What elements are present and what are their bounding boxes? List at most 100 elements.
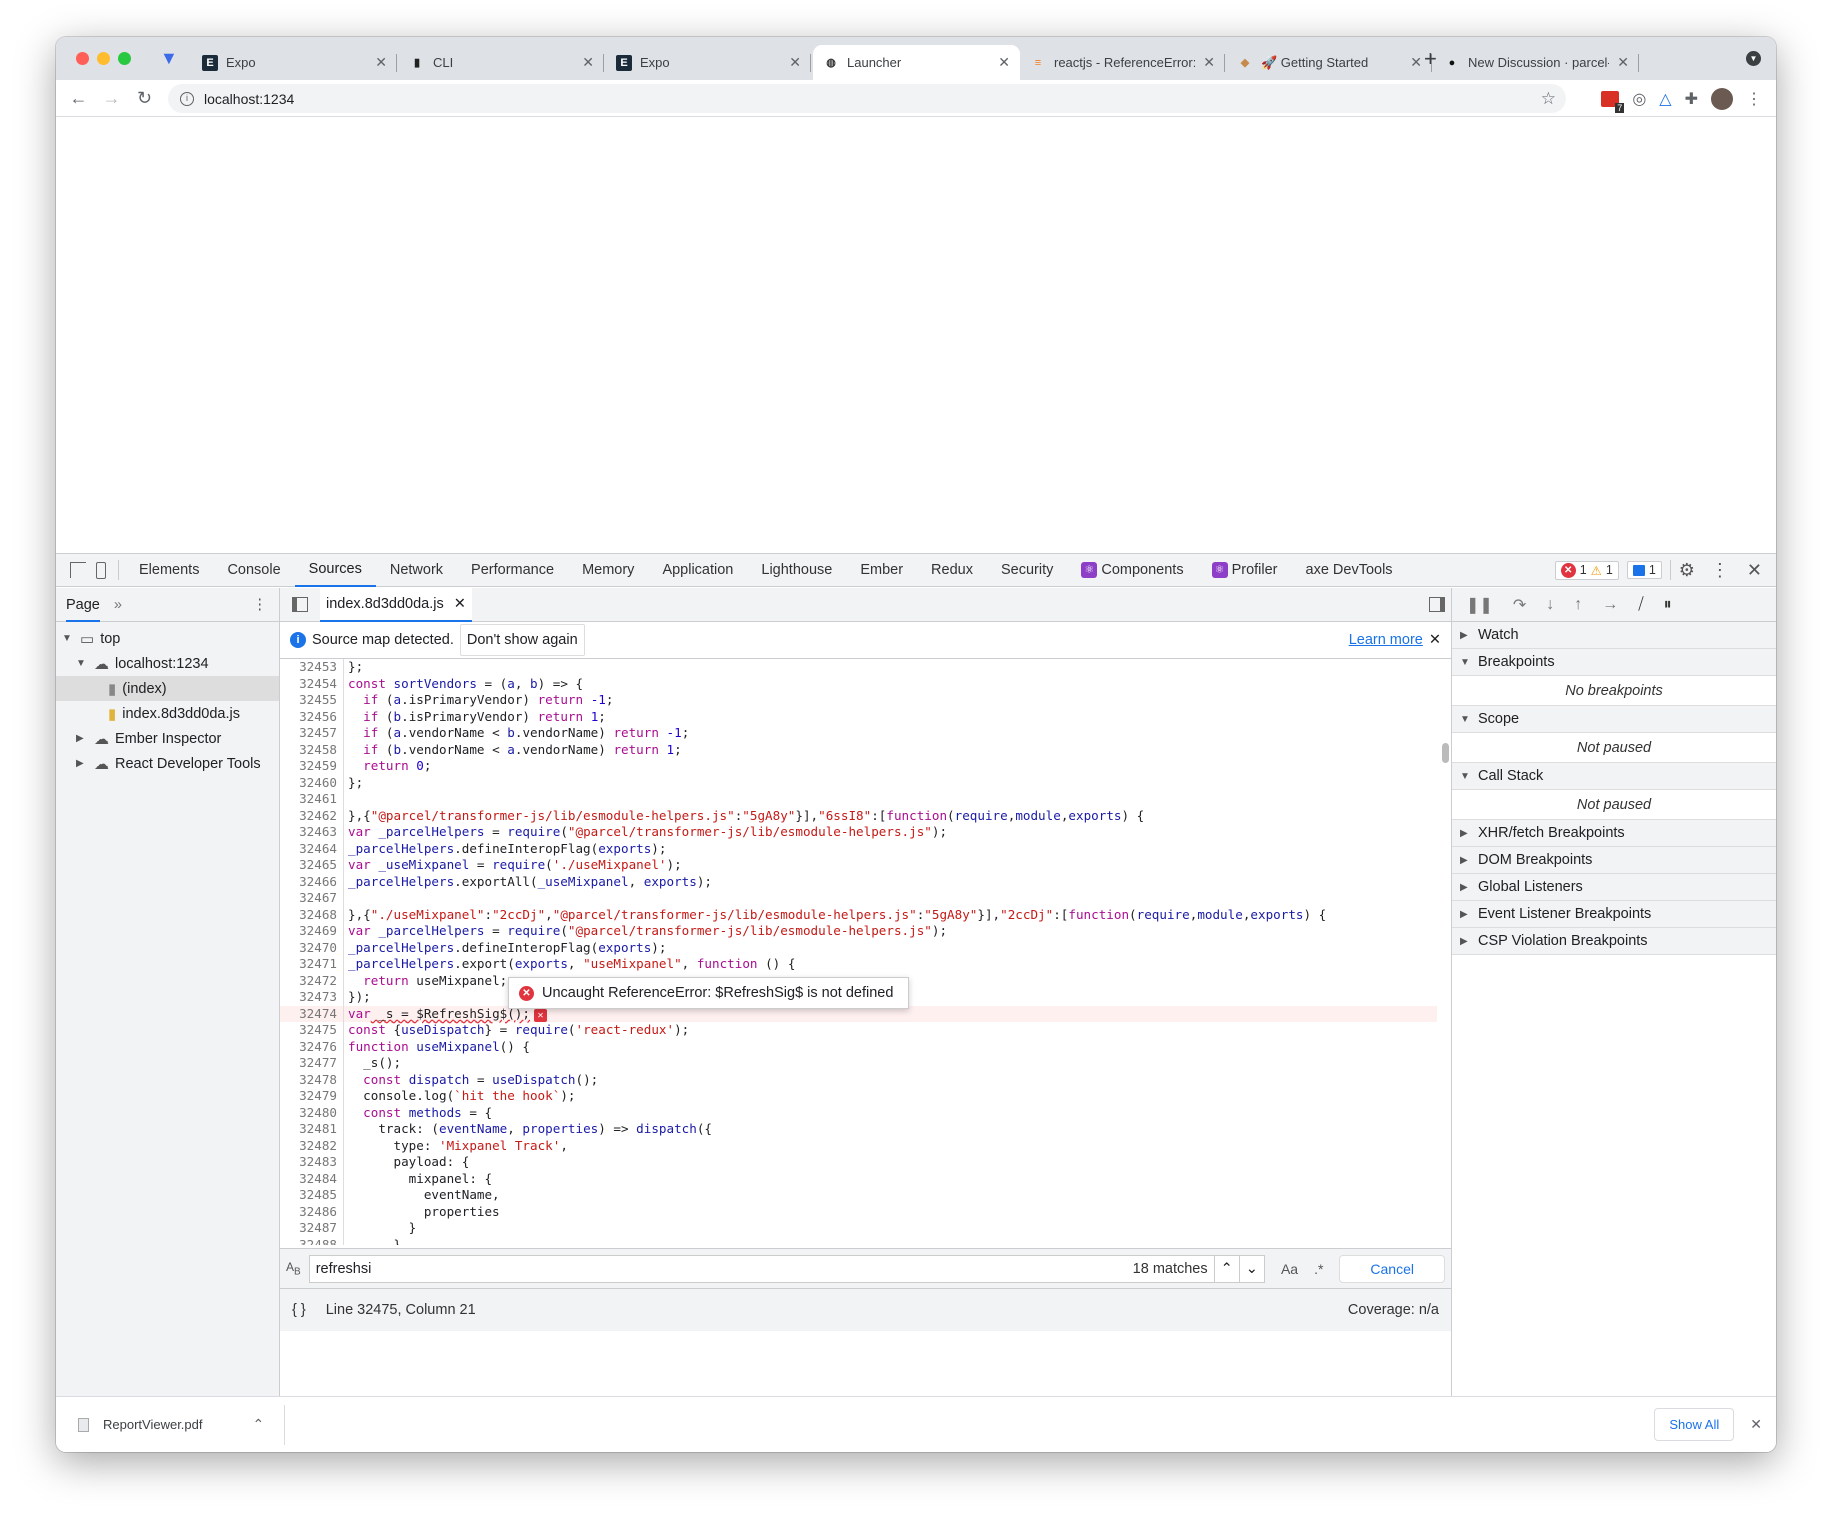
line-number[interactable]: 32460	[280, 774, 344, 791]
zoom-window-button[interactable]	[118, 52, 131, 65]
browser-menu-icon[interactable]: ⋮	[1746, 89, 1762, 109]
browser-tab[interactable]: ≡ reactjs - ReferenceError: $RefreshSig$ ✕	[1020, 45, 1225, 80]
panel-tab-sources[interactable]: Sources	[294, 554, 376, 587]
previous-match-button[interactable]: ⌃	[1213, 1255, 1239, 1282]
line-number[interactable]: 32468	[280, 906, 344, 923]
pause-icon[interactable]: ❚❚	[1466, 595, 1493, 615]
panel-tab-lighthouse[interactable]: Lighthouse	[747, 554, 846, 587]
collapsed-triangle-icon[interactable]: ▶	[76, 758, 88, 769]
panel-tab-security[interactable]: Security	[987, 554, 1067, 587]
panel-tab-redux[interactable]: Redux	[917, 554, 987, 587]
line-number[interactable]: 32456	[280, 708, 344, 725]
issues-counter[interactable]: ✕ 1 ⚠ 1	[1554, 560, 1619, 580]
panel-tab-memory[interactable]: Memory	[568, 554, 648, 587]
show-all-downloads-button[interactable]: Show All	[1654, 1408, 1735, 1441]
devtools-menu-icon[interactable]: ⋮	[1711, 560, 1729, 581]
line-number[interactable]: 32484	[280, 1170, 344, 1187]
section-xhr-fetch-breakpoints[interactable]: ▶ XHR/fetch Breakpoints	[1452, 820, 1776, 847]
browser-tab[interactable]: ▮ CLI ✕	[399, 45, 604, 80]
panel-tab-ember[interactable]: Ember	[846, 554, 917, 587]
panel-tab-performance[interactable]: Performance	[457, 554, 568, 587]
tab-search-icon[interactable]: ▼	[1746, 51, 1761, 66]
more-tabs-button[interactable]: »	[114, 597, 122, 613]
line-number[interactable]: 32485	[280, 1187, 344, 1204]
toggle-debugger-icon[interactable]	[1429, 597, 1445, 612]
section-event-listener-breakpoints[interactable]: ▶ Event Listener Breakpoints	[1452, 901, 1776, 928]
line-number[interactable]: 32455	[280, 692, 344, 709]
line-number[interactable]: 32481	[280, 1121, 344, 1138]
profile-avatar[interactable]	[1711, 88, 1733, 110]
line-number[interactable]: 32458	[280, 741, 344, 758]
tree-item[interactable]: ▼ ☁ localhost:1234	[56, 651, 279, 676]
collapsed-triangle-icon[interactable]: ▶	[76, 733, 88, 744]
line-number[interactable]: 32454	[280, 675, 344, 692]
reload-button[interactable]: ↻	[128, 88, 161, 109]
extension-icon[interactable]: 7	[1601, 91, 1625, 113]
line-number[interactable]: 32463	[280, 824, 344, 841]
expanded-triangle-icon[interactable]: ▼	[62, 633, 74, 644]
expanded-triangle-icon[interactable]: ▼	[76, 658, 88, 669]
step-icon[interactable]: →	[1602, 596, 1618, 614]
tree-item[interactable]: ▼ ▭ top	[56, 626, 279, 651]
line-number[interactable]: 32471	[280, 956, 344, 973]
close-tab-icon[interactable]: ✕	[1617, 54, 1629, 71]
editor-scrollbar[interactable]	[1442, 743, 1449, 763]
section-csp-violation-breakpoints[interactable]: ▶ CSP Violation Breakpoints	[1452, 928, 1776, 955]
address-bar[interactable]: i localhost:1234 ☆	[168, 84, 1566, 113]
download-options-chevron-icon[interactable]: ⌃	[253, 1416, 265, 1433]
tree-item[interactable]: ▶ ☁ Ember Inspector	[56, 726, 279, 751]
tree-item[interactable]: ▮ index.8d3dd0da.js	[56, 701, 279, 726]
line-number[interactable]: 32453	[280, 659, 344, 676]
panel-tab-elements[interactable]: Elements	[125, 554, 213, 587]
panel-tab-application[interactable]: Application	[648, 554, 747, 587]
browser-tab[interactable]: ◆ 🚀 Getting Started ✕	[1227, 45, 1432, 80]
download-item[interactable]: ReportViewer.pdf	[103, 1417, 203, 1432]
dont-show-again-button[interactable]: Don't show again	[459, 624, 585, 656]
close-tab-icon[interactable]: ✕	[998, 54, 1010, 71]
minimize-window-button[interactable]	[97, 52, 110, 65]
close-tab-icon[interactable]: ✕	[1410, 54, 1422, 71]
new-tab-button[interactable]: +	[1424, 46, 1437, 72]
line-number[interactable]: 32466	[280, 873, 344, 890]
line-number[interactable]: 32479	[280, 1088, 344, 1105]
learn-more-link[interactable]: Learn more	[1349, 632, 1423, 648]
bookmark-star-icon[interactable]: ☆	[1541, 89, 1556, 109]
error-marker-icon[interactable]: ✕	[533, 1009, 547, 1023]
next-match-button[interactable]: ⌄	[1238, 1255, 1264, 1282]
browser-tab[interactable]: ◍ Launcher ✕	[813, 45, 1020, 80]
line-number[interactable]: 32483	[280, 1154, 344, 1171]
url-text[interactable]: localhost:1234	[204, 91, 294, 107]
section-dom-breakpoints[interactable]: ▶ DOM Breakpoints	[1452, 847, 1776, 874]
pause-on-exceptions-icon[interactable]: ⏸	[1664, 596, 1672, 614]
line-number[interactable]: 32474	[280, 1005, 344, 1022]
close-tab-icon[interactable]: ✕	[1203, 54, 1215, 71]
section-watch[interactable]: ▶ Watch	[1452, 622, 1776, 649]
tree-item[interactable]: ▮ (index)	[56, 676, 279, 701]
puzzle-extensions-icon[interactable]: ✚	[1685, 89, 1698, 109]
line-number[interactable]: 32464	[280, 840, 344, 857]
search-input[interactable]: refreshsi 18 matches ⌃ ⌄	[308, 1254, 1265, 1283]
device-toolbar-icon[interactable]	[96, 561, 106, 579]
browser-tab[interactable]: E Expo ✕	[192, 45, 397, 80]
step-over-icon[interactable]: ↷	[1513, 595, 1526, 615]
line-number[interactable]: 32459	[280, 758, 344, 775]
line-number[interactable]: 32473	[280, 989, 344, 1006]
line-number[interactable]: 32457	[280, 725, 344, 742]
line-number[interactable]: 32486	[280, 1203, 344, 1220]
close-devtools-icon[interactable]: ✕	[1747, 560, 1762, 581]
close-tab-icon[interactable]: ✕	[789, 54, 801, 71]
line-number[interactable]: 32488	[280, 1236, 344, 1245]
section-call-stack[interactable]: ▼ Call Stack	[1452, 763, 1776, 790]
line-number[interactable]: 32476	[280, 1038, 344, 1055]
browser-tab[interactable]: E Expo ✕	[606, 45, 811, 80]
extension-triangle-icon[interactable]: △	[1659, 89, 1671, 109]
vpn-extension-icon[interactable]: ▼	[160, 48, 178, 69]
close-tab-icon[interactable]: ✕	[454, 596, 466, 612]
panel-tab-console[interactable]: Console	[213, 554, 294, 587]
line-number[interactable]: 32462	[280, 807, 344, 824]
line-number[interactable]: 32469	[280, 923, 344, 940]
info-icon[interactable]: i	[180, 91, 194, 106]
close-infobar-icon[interactable]: ✕	[1429, 632, 1441, 648]
navigator-menu-icon[interactable]: ⋮	[253, 597, 268, 613]
section-breakpoints[interactable]: ▼ Breakpoints	[1452, 649, 1776, 676]
